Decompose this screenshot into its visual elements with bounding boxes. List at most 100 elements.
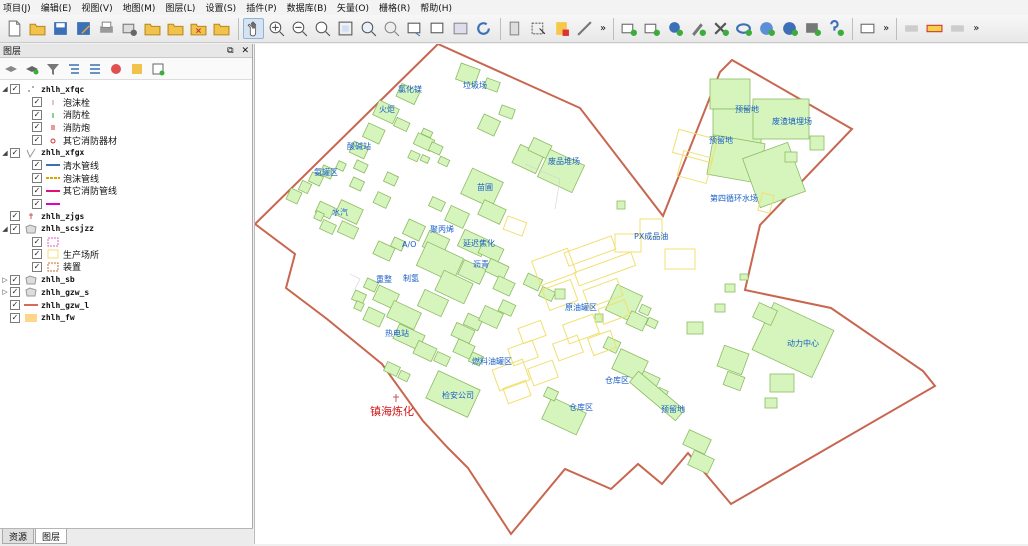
- layer-checkbox[interactable]: ✓: [10, 84, 20, 95]
- collapse-icon[interactable]: ◢: [0, 149, 10, 157]
- menu-plugins[interactable]: 插件(P): [246, 1, 276, 14]
- menu-settings[interactable]: 设置(S): [205, 1, 236, 14]
- layer-row-gzw-s[interactable]: ▷ ✓ zhlh_gzw_s: [0, 286, 252, 299]
- legend-checkbox[interactable]: ✓: [32, 249, 42, 260]
- new-layer-icon[interactable]: [857, 18, 878, 39]
- legend-checkbox[interactable]: ✓: [32, 160, 42, 171]
- layer-row-zjgs[interactable]: ✓ zhlh_zjgs: [0, 210, 252, 223]
- menu-vector[interactable]: 矢量(O): [337, 1, 369, 14]
- legend-item[interactable]: ✓ 消防炮: [0, 121, 252, 134]
- layer-row-xfgx[interactable]: ◢ ✓ zhlh_xfgx: [0, 146, 252, 159]
- add-mssql-icon[interactable]: [710, 18, 731, 39]
- legend-checkbox[interactable]: ✓: [32, 198, 42, 209]
- collapse-all-icon[interactable]: [88, 62, 102, 76]
- menu-project[interactable]: 项目(J): [3, 1, 31, 14]
- folder-1-icon[interactable]: [142, 18, 163, 39]
- layer-row-gzw-l[interactable]: ✓ zhlh_gzw_l: [0, 299, 252, 312]
- menu-help[interactable]: 帮助(H): [420, 1, 452, 14]
- zoom-layer-icon[interactable]: [381, 18, 402, 39]
- label-tool-icon[interactable]: [901, 18, 922, 39]
- identify-icon[interactable]: [505, 18, 526, 39]
- layer-checkbox[interactable]: ✓: [10, 147, 20, 158]
- legend-item[interactable]: ✓ 泡沫管线: [0, 172, 252, 185]
- zoom-next-icon[interactable]: [427, 18, 448, 39]
- folder-2-icon[interactable]: [165, 18, 186, 39]
- layer-row-xfqc[interactable]: ◢ ✓ zhlh_xfqc: [0, 83, 252, 96]
- expand-icon[interactable]: ▷: [0, 288, 10, 296]
- layer-row-fw[interactable]: ✓ zhlh_fw: [0, 311, 252, 324]
- legend-item[interactable]: ✓ 其它消防管线: [0, 185, 252, 197]
- layer-styling-icon[interactable]: [4, 62, 18, 76]
- add-wcs-icon[interactable]: [779, 18, 800, 39]
- layer-properties-icon[interactable]: [130, 62, 144, 76]
- remove-layer-icon[interactable]: [109, 62, 123, 76]
- add-delimited-text-icon[interactable]: [825, 18, 846, 39]
- toolbar-overflow-1[interactable]: »: [600, 23, 606, 34]
- measure-icon[interactable]: [574, 18, 595, 39]
- refresh-map-icon[interactable]: [450, 18, 471, 39]
- legend-checkbox[interactable]: ✓: [32, 122, 42, 133]
- layer-checkbox[interactable]: ✓: [10, 223, 20, 234]
- legend-checkbox[interactable]: ✓: [32, 173, 42, 184]
- add-vector-layer-icon[interactable]: [618, 18, 639, 39]
- save-project-icon[interactable]: [50, 18, 71, 39]
- legend-checkbox[interactable]: ✓: [32, 236, 42, 247]
- label-abc-icon[interactable]: [924, 18, 945, 39]
- menu-database[interactable]: 数据库(B): [287, 1, 327, 14]
- filter-legend-icon[interactable]: [46, 62, 60, 76]
- add-oracle-icon[interactable]: [733, 18, 754, 39]
- zoom-full-icon[interactable]: [335, 18, 356, 39]
- legend-item[interactable]: ✓ 清水管线: [0, 159, 252, 172]
- legend-item[interactable]: ✓: [0, 235, 252, 248]
- select-features-icon[interactable]: [528, 18, 549, 39]
- legend-checkbox[interactable]: ✓: [32, 135, 42, 146]
- new-project-icon[interactable]: [4, 18, 25, 39]
- add-postgis-icon[interactable]: [664, 18, 685, 39]
- label-pin-icon[interactable]: [947, 18, 968, 39]
- legend-checkbox[interactable]: ✓: [32, 97, 42, 108]
- legend-item[interactable]: ✓ 生产场所: [0, 248, 252, 261]
- zoom-out-icon[interactable]: [289, 18, 310, 39]
- zoom-last-icon[interactable]: [404, 18, 425, 39]
- pan-hand-icon[interactable]: [243, 18, 264, 39]
- tab-layers[interactable]: 图层: [35, 529, 68, 544]
- print-manager-icon[interactable]: [119, 18, 140, 39]
- tab-resources[interactable]: 资源: [2, 529, 35, 544]
- expand-all-icon[interactable]: [67, 62, 81, 76]
- add-spatialite-icon[interactable]: [687, 18, 708, 39]
- legend-checkbox[interactable]: ✓: [32, 185, 42, 196]
- legend-checkbox[interactable]: ✓: [32, 261, 42, 272]
- deselect-icon[interactable]: [551, 18, 572, 39]
- close-panel-icon[interactable]: ✕: [241, 46, 249, 56]
- zoom-in-icon[interactable]: [266, 18, 287, 39]
- zoom-selection-icon[interactable]: [358, 18, 379, 39]
- open-project-icon[interactable]: [27, 18, 48, 39]
- legend-item[interactable]: ✓ 消防栓: [0, 108, 252, 121]
- save-as-icon[interactable]: [73, 18, 94, 39]
- layer-checkbox[interactable]: ✓: [10, 312, 20, 323]
- toolbar-overflow-3[interactable]: »: [973, 23, 979, 34]
- print-icon[interactable]: [96, 18, 117, 39]
- legend-item[interactable]: ✓ 泡沫栓: [0, 96, 252, 109]
- map-canvas[interactable]: 垃圾场 氯化镁 火炬 酸碱站 氨罐区 水汽 苗圃 废品堆场 聚丙烯 延迟焦化 A…: [254, 44, 1028, 544]
- folder-edit-icon[interactable]: [211, 18, 232, 39]
- float-panel-icon[interactable]: ⧉: [227, 46, 233, 56]
- menu-map[interactable]: 地图(M): [123, 1, 156, 14]
- legend-item[interactable]: ✓ 装置: [0, 261, 252, 273]
- expand-icon[interactable]: ▷: [0, 276, 10, 284]
- legend-checkbox[interactable]: ✓: [32, 109, 42, 120]
- folder-delete-icon[interactable]: [188, 18, 209, 39]
- menu-edit[interactable]: 编辑(E): [41, 1, 72, 14]
- menu-raster[interactable]: 栅格(R): [379, 1, 410, 14]
- add-group-icon[interactable]: [25, 62, 39, 76]
- layer-row-scsjzz[interactable]: ◢ ✓ zhlh_scsjzz: [0, 223, 252, 236]
- legend-item[interactable]: ✓ 其它消防器材: [0, 134, 252, 147]
- refresh-icon[interactable]: [473, 18, 494, 39]
- add-wms-icon[interactable]: [756, 18, 777, 39]
- zoom-native-icon[interactable]: [312, 18, 333, 39]
- collapse-icon[interactable]: ◢: [0, 85, 10, 93]
- layer-row-sb[interactable]: ▷ ✓ zhlh_sb: [0, 273, 252, 286]
- layer-checkbox[interactable]: ✓: [10, 211, 20, 222]
- menu-view[interactable]: 视图(V): [81, 1, 112, 14]
- add-raster-layer-icon[interactable]: [641, 18, 662, 39]
